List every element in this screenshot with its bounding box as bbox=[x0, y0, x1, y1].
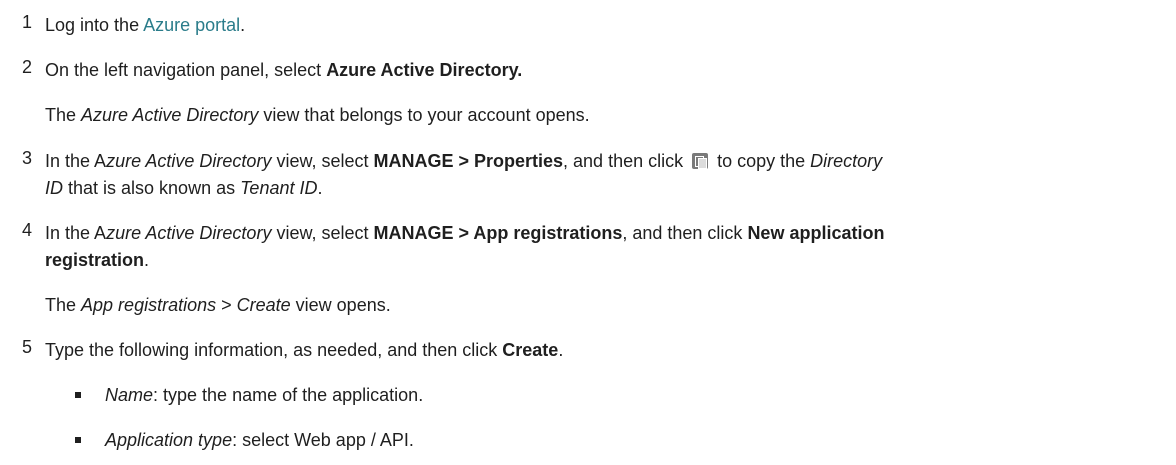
step-text-segment: . bbox=[144, 250, 150, 270]
ui-term: MANAGE > Properties bbox=[373, 151, 564, 171]
step-text-segment: The bbox=[45, 295, 82, 315]
step-number: 1 bbox=[22, 12, 33, 32]
step-text-segment: In the A bbox=[45, 223, 107, 243]
step-text-segment: Type the following information, as neede… bbox=[45, 340, 503, 360]
step-text-segment: > bbox=[216, 295, 237, 315]
italic-term: Directory bbox=[810, 151, 883, 171]
italic-term: Create bbox=[236, 295, 291, 315]
step-text: In the Azure Active Directory view, sele… bbox=[45, 220, 1155, 274]
step-text-segment: : type the name of the application. bbox=[153, 385, 424, 405]
step-text-segment: In the A bbox=[45, 151, 107, 171]
step-text-segment: that is also known as bbox=[63, 178, 241, 198]
italic-term: Application type bbox=[105, 430, 233, 450]
step-number: 4 bbox=[22, 220, 33, 240]
italic-term: Azure Active Directory bbox=[81, 105, 259, 125]
italic-term: Tenant ID bbox=[240, 178, 318, 198]
step-text: Log into the Azure portal. bbox=[45, 12, 1155, 39]
step-text-segment: to copy the bbox=[712, 151, 811, 171]
step-text-segment: . bbox=[558, 340, 564, 360]
bullet-marker bbox=[75, 437, 81, 443]
ui-term: registration bbox=[45, 250, 145, 270]
step-text-segment: view that belongs to your account opens. bbox=[258, 105, 590, 125]
step-number: 2 bbox=[22, 57, 33, 77]
instruction-document: 1 Log into the Azure portal. 2 On the le… bbox=[0, 0, 1176, 465]
italic-term: Name bbox=[105, 385, 154, 405]
step-number: 5 bbox=[22, 337, 33, 357]
step-text-segment: Log into the bbox=[45, 15, 144, 35]
step-text-segment: . bbox=[240, 15, 246, 35]
step-text-segment: . bbox=[317, 178, 323, 198]
list-item-text: Application type: select Web app / API. bbox=[105, 427, 414, 454]
azure-portal-link[interactable]: Azure portal bbox=[143, 15, 240, 35]
copy-icon[interactable] bbox=[692, 153, 709, 169]
ui-term: New application bbox=[747, 223, 885, 243]
step-text-segment: view, select bbox=[271, 151, 374, 171]
step-text-segment: The bbox=[45, 105, 82, 125]
italic-term: App registrations bbox=[81, 295, 217, 315]
step-text-segment: , and then click bbox=[563, 151, 689, 171]
italic-term: zure Active Directory bbox=[106, 223, 272, 243]
italic-term: zure Active Directory bbox=[106, 151, 272, 171]
step-note: The Azure Active Directory view that bel… bbox=[45, 102, 1155, 129]
step-text-segment: view opens. bbox=[290, 295, 391, 315]
step-text-segment: , and then click bbox=[622, 223, 748, 243]
ui-term: Azure Active Directory. bbox=[326, 60, 523, 80]
step-note: The App registrations > Create view open… bbox=[45, 292, 1155, 319]
step-text-segment: : select Web app / API. bbox=[232, 430, 414, 450]
ui-term: MANAGE > App registrations bbox=[373, 223, 623, 243]
step-text-segment: On the left navigation panel, select bbox=[45, 60, 327, 80]
step-number: 3 bbox=[22, 148, 33, 168]
list-item-text: Name: type the name of the application. bbox=[105, 382, 423, 409]
step-text: Type the following information, as neede… bbox=[45, 337, 1155, 364]
step-text: On the left navigation panel, select Azu… bbox=[45, 57, 1155, 84]
bullet-marker bbox=[75, 392, 81, 398]
ui-term: Create bbox=[502, 340, 559, 360]
step-text-segment: view, select bbox=[271, 223, 374, 243]
italic-term: ID bbox=[45, 178, 63, 198]
step-text: In the Azure Active Directory view, sele… bbox=[45, 148, 1155, 202]
